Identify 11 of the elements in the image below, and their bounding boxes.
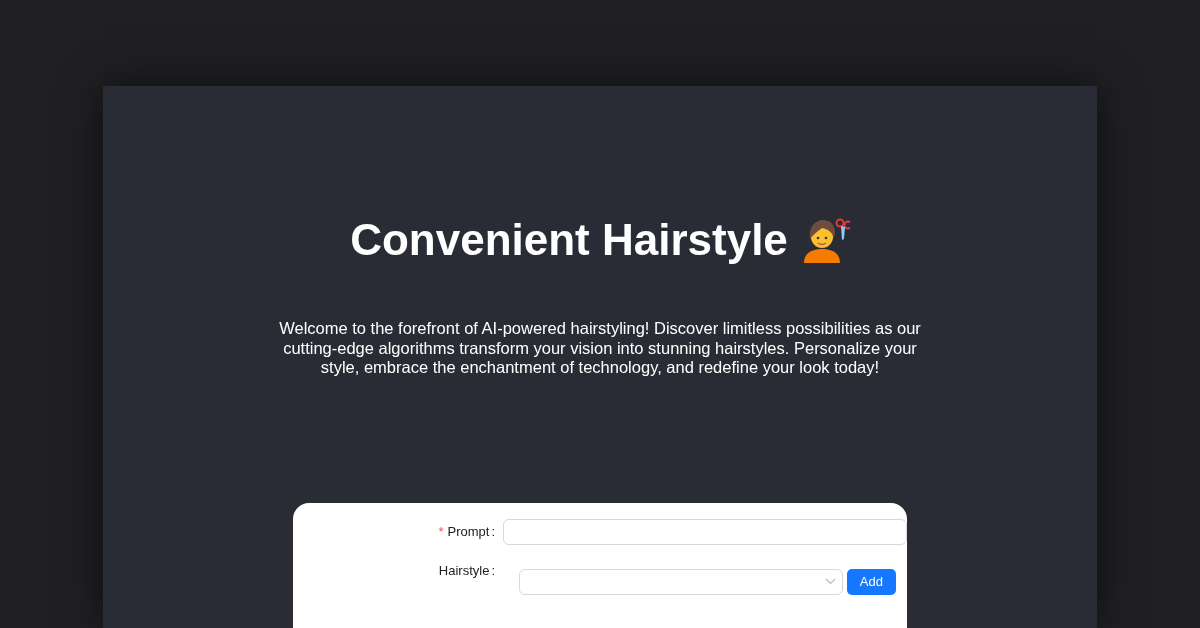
- hairstyle-select[interactable]: [519, 568, 843, 595]
- chevron-down-icon: [824, 578, 836, 585]
- field-label: Hairstyle: [438, 562, 490, 578]
- prompt-input[interactable]: [503, 518, 907, 545]
- required-mark: *: [438, 524, 444, 539]
- welcome-text: Welcome to the forefront of AI-powered hairstyling! Discover limitless possibilities as our cutting-edge algorithms transform your vision into stunning hairstyles. Personalize your style, embrace the enchantment of technology, and redefine your look today!: [278, 319, 922, 378]
- page-title: Convenient Hairstyle: [350, 214, 788, 266]
- label-colon: :: [491, 524, 495, 539]
- add-button[interactable]: Add: [846, 568, 896, 595]
- label-colon: :: [491, 562, 495, 578]
- field-label: Prompt: [447, 524, 490, 539]
